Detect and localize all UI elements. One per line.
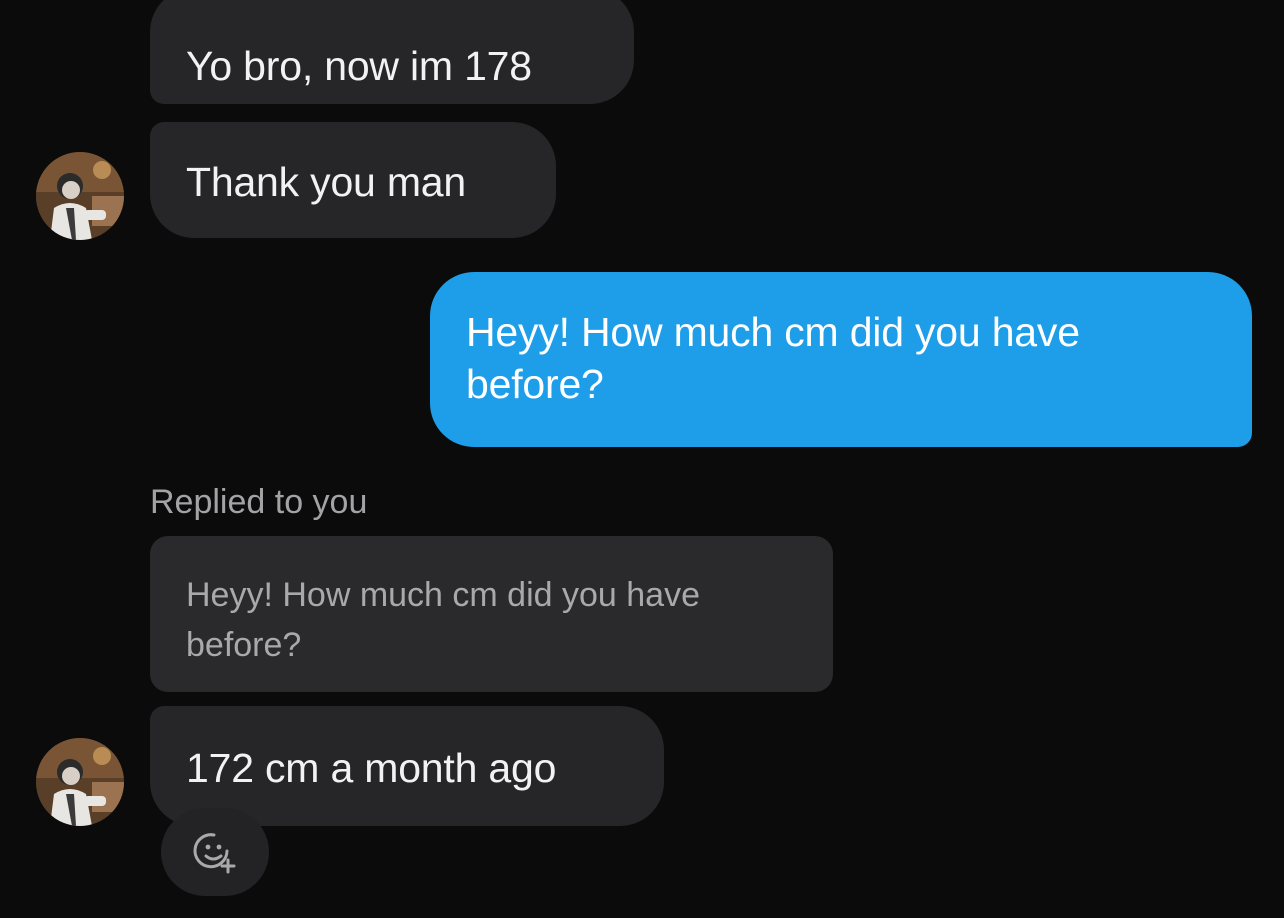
message-text: Yo bro, now im 178 [186,43,532,89]
message-bubble-incoming[interactable]: Yo bro, now im 178 [150,0,634,104]
avatar[interactable] [36,152,124,240]
avatar[interactable] [36,738,124,826]
reply-label: Replied to you [150,483,368,521]
message-bubble-incoming[interactable]: Thank you man [150,122,556,238]
quoted-text: Heyy! How much cm did you have before? [186,576,700,664]
message-text: 172 cm a month ago [186,745,557,791]
quoted-message[interactable]: Heyy! How much cm did you have before? [150,536,833,692]
avatar-image [36,738,124,826]
message-text: Heyy! How much cm did you have before? [466,309,1080,407]
add-reaction-button[interactable] [161,808,269,896]
avatar-image [36,152,124,240]
add-reaction-icon [193,833,236,874]
message-text: Thank you man [186,159,466,205]
message-bubble-outgoing[interactable]: Heyy! How much cm did you have before? [430,272,1252,447]
